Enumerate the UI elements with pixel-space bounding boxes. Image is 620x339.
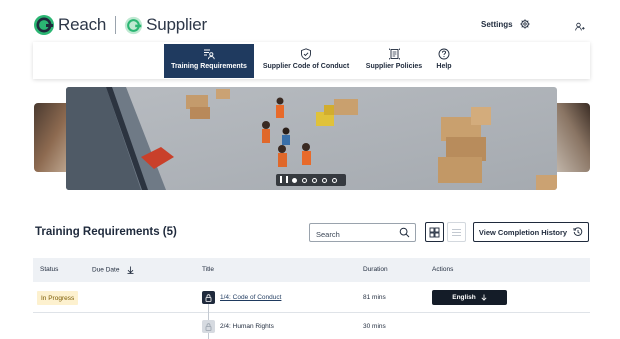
list-icon	[452, 228, 461, 236]
brand-logo[interactable]: Reach Supplier	[33, 14, 207, 36]
language-label: English	[452, 294, 476, 301]
table-header: Status Due Date Title Duration Actions	[33, 258, 590, 282]
tab-training-requirements[interactable]: Training Requirements	[164, 44, 254, 78]
grid-view-toggle[interactable]	[425, 222, 444, 242]
section-title: Training Requirements (5)	[35, 226, 177, 238]
table-row: 2/4: Human Rights 30 mins	[33, 315, 590, 339]
status-badge: In Progress	[37, 291, 79, 305]
question-icon	[438, 48, 450, 60]
carousel-dot-1[interactable]	[292, 177, 297, 183]
app-header: Reach Supplier Settings	[0, 0, 620, 44]
carousel-dot-2[interactable]	[302, 177, 307, 183]
tab-label: Supplier Code of Conduct	[262, 63, 350, 70]
list-view-toggle[interactable]	[447, 222, 466, 242]
training-icon	[204, 49, 215, 60]
search-icon[interactable]	[399, 227, 410, 238]
course-duration: 30 mins	[363, 323, 386, 330]
tab-help[interactable]: Help	[431, 44, 457, 77]
course-title-link[interactable]: 1/4: Code of Conduct	[220, 294, 281, 301]
tab-supplier-code-of-conduct[interactable]: Supplier Code of Conduct	[259, 44, 353, 77]
column-due-date[interactable]: Due Date	[92, 266, 134, 274]
settings-label: Settings	[481, 19, 513, 29]
lock-icon	[202, 320, 215, 333]
supplier-logo-icon	[125, 16, 143, 34]
shield-check-icon	[301, 48, 311, 60]
carousel-dot-3[interactable]	[312, 177, 317, 183]
user-menu-button[interactable]	[575, 19, 585, 37]
grid-icon	[429, 227, 440, 237]
view-completion-history-button[interactable]: View Completion History	[473, 222, 589, 242]
gear-icon	[519, 19, 530, 29]
course-duration: 81 mins	[363, 294, 386, 301]
unlocked-icon	[202, 291, 215, 304]
history-button-label: View Completion History	[478, 227, 568, 237]
tab-label: Supplier Policies	[365, 63, 423, 70]
brand-secondary: Supplier	[146, 15, 207, 34]
settings-button[interactable]: Settings	[481, 19, 530, 29]
sort-arrow-icon[interactable]	[127, 266, 134, 274]
carousel-dot-5[interactable]	[332, 177, 337, 183]
column-status: Status	[40, 266, 59, 273]
main-nav: Training Requirements Supplier Code of C…	[33, 42, 590, 79]
carousel-controls	[276, 174, 346, 186]
language-select-button[interactable]: English	[432, 290, 507, 305]
column-actions: Actions	[432, 266, 454, 273]
pause-icon	[280, 176, 282, 183]
tab-label: Training Requirements	[171, 63, 247, 70]
history-icon	[573, 227, 583, 236]
document-icon	[388, 48, 400, 60]
course-title: 2/4: Human Rights	[220, 323, 274, 330]
column-duration: Duration	[363, 266, 388, 273]
tab-label: Help	[436, 63, 452, 70]
search-input[interactable]	[310, 226, 390, 243]
row-divider	[33, 312, 590, 313]
pause-button[interactable]	[280, 176, 288, 184]
reach-logo-icon	[34, 15, 54, 35]
column-due-date-label: Due Date	[92, 266, 120, 274]
brand-divider	[115, 16, 117, 34]
search-box	[309, 223, 416, 243]
column-title: Title	[202, 266, 215, 273]
carousel-dot-4[interactable]	[322, 177, 327, 183]
table-row: In Progress 1/4: Code of Conduct 81 mins…	[33, 286, 590, 312]
user-icon	[575, 22, 585, 31]
brand-primary: Reach	[58, 15, 107, 34]
tab-supplier-policies[interactable]: Supplier Policies	[362, 44, 426, 77]
arrow-down-icon	[481, 294, 487, 301]
